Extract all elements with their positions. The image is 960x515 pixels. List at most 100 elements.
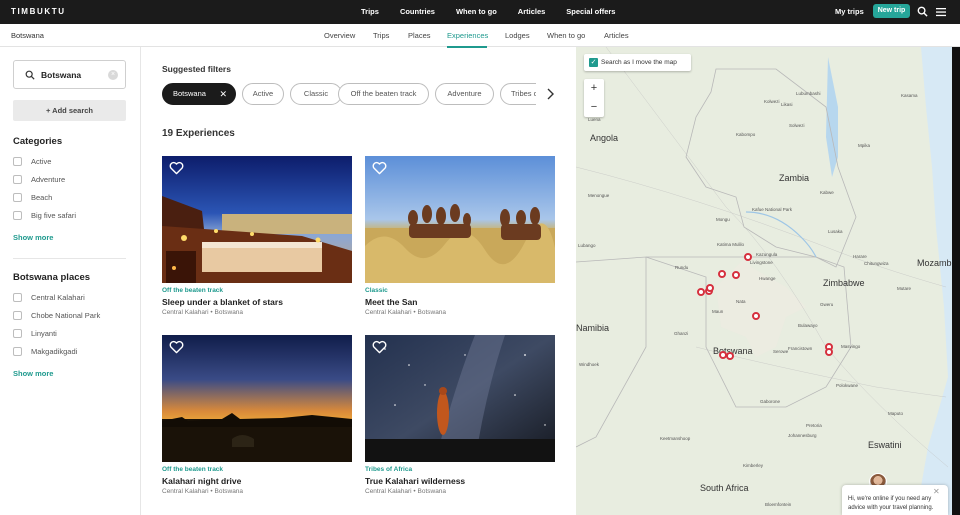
chat-message: Hi, we're online if you need any advice w…	[848, 495, 933, 513]
map-marker[interactable]	[718, 270, 726, 278]
search-value: Botswana	[41, 70, 82, 80]
close-icon[interactable]: ✕	[933, 487, 940, 496]
map-city: Lubumbashi	[796, 91, 821, 96]
favorite-heart-icon[interactable]	[372, 340, 387, 354]
experience-title[interactable]: True Kalahari wilderness	[365, 476, 465, 486]
favorite-heart-icon[interactable]	[372, 161, 387, 175]
place-label: Central Kalahari	[31, 293, 85, 302]
chat-line: Hi, we're online if you need any	[848, 496, 932, 502]
results-map[interactable]: ✓ Search as I move the map + − Angola Zam…	[576, 47, 952, 515]
tab-when-to-go[interactable]: When to go	[547, 31, 585, 40]
place-central-kalahari[interactable]: Central Kalahari	[13, 293, 85, 302]
tab-overview[interactable]: Overview	[324, 31, 355, 40]
place-linyanti[interactable]: Linyanti	[13, 329, 57, 338]
tab-experiences[interactable]: Experiences	[447, 31, 488, 40]
tab-trips[interactable]: Trips	[373, 31, 389, 40]
favorite-heart-icon[interactable]	[169, 340, 184, 354]
breadcrumb[interactable]: Botswana	[11, 31, 44, 40]
tab-articles[interactable]: Articles	[604, 31, 629, 40]
experience-title[interactable]: Sleep under a blanket of stars	[162, 297, 283, 307]
map-city: Kolwezi	[764, 99, 780, 104]
nav-trips[interactable]: Trips	[361, 7, 379, 16]
map-marker[interactable]	[706, 284, 714, 292]
tab-lodges[interactable]: Lodges	[505, 31, 530, 40]
map-marker[interactable]	[752, 312, 760, 320]
search-icon	[25, 70, 35, 80]
checkbox[interactable]	[13, 293, 22, 302]
map-marker[interactable]	[726, 352, 734, 360]
chevron-right-icon[interactable]	[545, 88, 555, 100]
map-city: Livingstone	[750, 260, 773, 265]
chip-tribes-of-africa[interactable]: Tribes of Africa	[500, 83, 536, 105]
remove-chip-icon[interactable]: ✕	[219, 84, 227, 104]
destination-search-input[interactable]: Botswana ×	[13, 60, 126, 89]
map-city: Hwange	[759, 276, 776, 281]
nav-countries[interactable]: Countries	[400, 7, 435, 16]
map-city: Menongue	[588, 193, 610, 198]
hamburger-menu-icon[interactable]	[936, 7, 946, 17]
experience-image[interactable]	[365, 335, 555, 462]
experience-image[interactable]	[365, 156, 555, 283]
category-active[interactable]: Active	[13, 157, 51, 166]
experience-image[interactable]	[162, 335, 352, 462]
map-city: Gaborone	[760, 399, 781, 404]
search-icon[interactable]	[917, 6, 928, 17]
chip-classic[interactable]: Classic	[290, 83, 342, 105]
add-search-button[interactable]: + Add search	[13, 100, 126, 121]
zoom-in-button[interactable]: +	[584, 79, 604, 98]
checkbox-label: Search as I move the map	[601, 59, 677, 66]
map-city: Bloemfontein	[765, 502, 792, 507]
category-big-five-safari[interactable]: Big five safari	[13, 211, 76, 220]
map-city: Lusaka	[828, 229, 843, 234]
checkbox[interactable]	[13, 157, 22, 166]
map-label-south-africa: South Africa	[700, 483, 749, 493]
place-makgadikgadi[interactable]: Makgadikgadi	[13, 347, 77, 356]
map-city: Chitungwiza	[864, 261, 889, 266]
category-adventure[interactable]: Adventure	[13, 175, 65, 184]
show-more-categories[interactable]: Show more	[13, 233, 53, 242]
my-trips-link[interactable]: My trips	[835, 7, 864, 16]
experience-image[interactable]	[162, 156, 352, 283]
category-label: Active	[31, 157, 52, 166]
checkbox[interactable]	[13, 311, 22, 320]
checkbox[interactable]	[13, 193, 22, 202]
nav-when-to-go[interactable]: When to go	[456, 7, 497, 16]
map-marker[interactable]	[744, 253, 752, 261]
map-marker[interactable]	[825, 348, 833, 356]
chip-active[interactable]: Active	[242, 83, 284, 105]
chat-widget[interactable]: ✕ Hi, we're online if you need any advice…	[842, 485, 948, 515]
checkbox[interactable]	[13, 175, 22, 184]
experience-title[interactable]: Meet the San	[365, 297, 417, 307]
nav-special-offers[interactable]: Special offers	[566, 7, 615, 16]
show-more-places[interactable]: Show more	[13, 369, 53, 378]
place-chobe-national-park[interactable]: Chobe National Park	[13, 311, 100, 320]
new-trip-button[interactable]: New trip	[873, 4, 910, 18]
map-marker[interactable]	[732, 271, 740, 279]
chip-off-the-beaten-track[interactable]: Off the beaten track	[338, 83, 429, 105]
nav-articles[interactable]: Articles	[518, 7, 546, 16]
zoom-controls: + −	[584, 79, 604, 117]
search-as-move-checkbox[interactable]: ✓ Search as I move the map	[584, 54, 691, 71]
tab-places[interactable]: Places	[408, 31, 431, 40]
destination-subnav: Botswana Overview Trips Places Experienc…	[0, 24, 960, 48]
clear-search-icon[interactable]: ×	[108, 70, 118, 80]
page-scrollbar[interactable]	[952, 47, 960, 515]
favorite-heart-icon[interactable]	[169, 161, 184, 175]
map-city: Kafue National Park	[752, 207, 793, 212]
checkbox-checked-icon[interactable]: ✓	[589, 58, 598, 67]
experience-title[interactable]: Kalahari night drive	[162, 476, 241, 486]
map-city: Nata	[736, 299, 746, 304]
checkbox[interactable]	[13, 329, 22, 338]
chip-adventure[interactable]: Adventure	[435, 83, 494, 105]
category-label: Adventure	[31, 175, 66, 184]
checkbox[interactable]	[13, 347, 22, 356]
category-beach[interactable]: Beach	[13, 193, 52, 202]
chip-botswana[interactable]: Botswana ✕	[162, 83, 236, 105]
checkbox[interactable]	[13, 211, 22, 220]
map-city: Masvingo	[841, 344, 861, 349]
experience-location: Central Kalahari • Botswana	[365, 309, 447, 316]
map-marker[interactable]	[697, 288, 705, 296]
zoom-out-button[interactable]: −	[584, 98, 604, 117]
timbuktu-logo[interactable]: TIMBUKTU	[11, 7, 66, 16]
map-city: Maputo	[888, 411, 904, 416]
